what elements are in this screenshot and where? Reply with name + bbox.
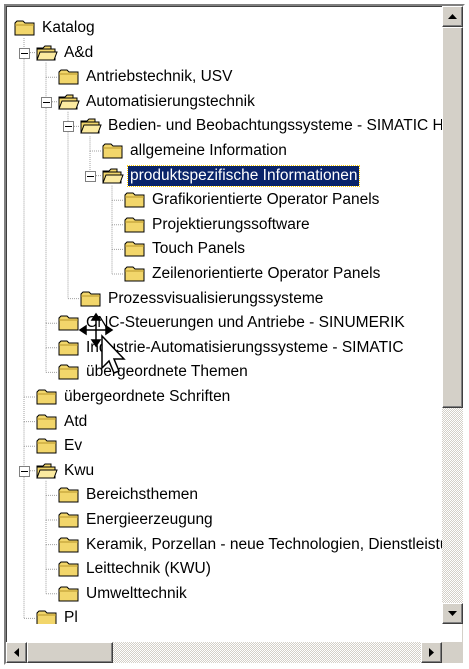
tree-item[interactable]: Katalog [14, 16, 97, 40]
tree-item-label: Prozessvisualisierungssysteme [108, 289, 324, 307]
folder-icon [36, 610, 57, 624]
collapse-toggle-icon[interactable] [19, 465, 30, 477]
folder-open-icon [80, 118, 102, 134]
folder-icon [58, 315, 79, 331]
tree-item[interactable]: Atd [36, 410, 89, 434]
tree-item[interactable]: Grafikorientierte Operator Panels [124, 188, 381, 212]
horizontal-scrollbar[interactable] [6, 642, 442, 663]
collapse-toggle-icon[interactable] [85, 170, 96, 182]
scroll-up-button[interactable] [442, 6, 463, 27]
folder-open-icon [36, 463, 58, 479]
tree-item-label: übergeordnete Schriften [64, 388, 231, 405]
tree-item[interactable]: Projektierungssoftware [124, 213, 312, 237]
scroll-left-button[interactable] [6, 642, 27, 663]
tree-item[interactable]: allgemeine Information [102, 139, 289, 163]
scroll-down-button[interactable] [442, 603, 463, 624]
tree-item-label: Automatisierungstechnik [86, 92, 255, 110]
folder-icon [58, 512, 79, 528]
tree-item-label: Bereichsthemen [86, 486, 199, 504]
arrow-right-icon [428, 648, 434, 657]
folder-icon [14, 20, 35, 36]
collapse-toggle-icon[interactable] [41, 96, 52, 108]
arrow-left-icon [13, 648, 19, 657]
vertical-scrollbar[interactable] [442, 6, 463, 624]
tree-item-label: A&d [64, 43, 94, 61]
folder-icon [58, 537, 79, 553]
folder-icon [58, 487, 79, 503]
tree-item[interactable]: Leittechnik (KWU) [58, 557, 213, 581]
arrow-down-icon [448, 610, 457, 616]
folder-icon [80, 291, 101, 307]
collapse-toggle-icon[interactable] [19, 47, 30, 59]
tree-item[interactable]: Umwelttechnik [58, 582, 189, 606]
tree-item[interactable]: produktspezifische Informationen [102, 164, 361, 188]
tree-item-label: Keramik, Porzellan - neue Technologien, … [86, 535, 442, 553]
scrollbar-corner [442, 642, 463, 663]
tree-item-label: Leittechnik (KWU) [86, 560, 211, 578]
folder-icon [36, 414, 57, 430]
catalog-tree-panel: Katalog A&d Antriebstechnik, USV Automatisi… [4, 4, 465, 665]
tree-item-label: übergeordnete Themen [86, 363, 248, 381]
tree-item-label: Kwu [64, 461, 95, 479]
tree-item-label: Katalog [42, 19, 95, 36]
folder-icon [58, 561, 79, 577]
tree-item[interactable]: Ev [36, 434, 84, 458]
folder-open-icon [102, 168, 124, 184]
folder-icon [124, 192, 145, 208]
tree-item[interactable]: Bereichsthemen [58, 483, 200, 507]
folder-icon [58, 586, 79, 602]
tree-item[interactable]: übergeordnete Schriften [36, 385, 232, 409]
folder-icon [36, 438, 57, 454]
tree-item-label: Energieerzeugung [86, 511, 213, 528]
scroll-right-button[interactable] [421, 642, 442, 663]
folder-icon [124, 266, 145, 282]
tree-item[interactable]: Touch Panels [124, 237, 247, 261]
collapse-toggle-icon[interactable] [63, 121, 74, 133]
tree-item-label: CNC-Steuerungen und Antriebe - SINUMERIK [86, 314, 405, 332]
tree-item[interactable]: Industrie-Automatisierungssysteme - SIMA… [58, 336, 406, 360]
tree-item-label: Bedien- und Beobachtungssysteme - SIMATI… [108, 117, 442, 135]
tree-item-label-selected: produktspezifische Informationen [126, 164, 361, 187]
folder-icon [58, 340, 79, 356]
tree-item[interactable]: Zeilenorientierte Operator Panels [124, 262, 382, 286]
catalog-tree-view[interactable]: Katalog A&d Antriebstechnik, USV Automatisi… [6, 6, 442, 624]
tree-item-label: Atd [64, 412, 88, 430]
tree-item[interactable]: CNC-Steuerungen und Antriebe - SINUMERIK [58, 311, 407, 335]
tree-item[interactable]: Bedien- und Beobachtungssysteme - SIMATI… [80, 114, 442, 138]
arrow-up-icon [448, 13, 457, 19]
folder-icon [58, 364, 79, 380]
tree-item[interactable]: Keramik, Porzellan - neue Technologien, … [58, 533, 442, 557]
tree-item-label: Grafikorientierte Operator Panels [152, 191, 380, 209]
folder-icon [124, 241, 145, 257]
tree-item[interactable]: Pl [36, 606, 80, 624]
folder-icon [124, 217, 145, 233]
horizontal-scroll-thumb[interactable] [27, 642, 113, 663]
folder-open-icon [36, 45, 58, 61]
tree-item[interactable]: Automatisierungstechnik [58, 90, 257, 114]
folder-icon [58, 69, 79, 85]
tree-item[interactable]: Prozessvisualisierungssysteme [80, 287, 325, 311]
tree-item-label: Projektierungssoftware [152, 215, 310, 233]
folder-open-icon [58, 94, 80, 110]
vertical-scroll-thumb[interactable] [442, 27, 463, 408]
folder-icon [102, 143, 123, 159]
tree-item-label: Antriebstechnik, USV [86, 68, 233, 86]
tree-item[interactable]: übergeordnete Themen [58, 360, 250, 384]
tree-item[interactable]: Kwu [36, 459, 96, 483]
tree-item-label: allgemeine Information [130, 142, 287, 159]
tree-item[interactable]: Antriebstechnik, USV [58, 65, 234, 89]
tree-item-label: Industrie-Automatisierungssysteme - SIMA… [86, 338, 404, 356]
folder-icon [36, 389, 57, 405]
tree-item-label: Touch Panels [152, 240, 246, 258]
tree-item-label: Pl [64, 609, 78, 624]
tree-item-label: Umwelttechnik [86, 584, 187, 602]
tree-item-label: Zeilenorientierte Operator Panels [152, 265, 381, 282]
tree-item[interactable]: A&d [36, 41, 95, 65]
tree-item[interactable]: Energieerzeugung [58, 508, 215, 532]
tree-item-label: Ev [64, 437, 83, 455]
